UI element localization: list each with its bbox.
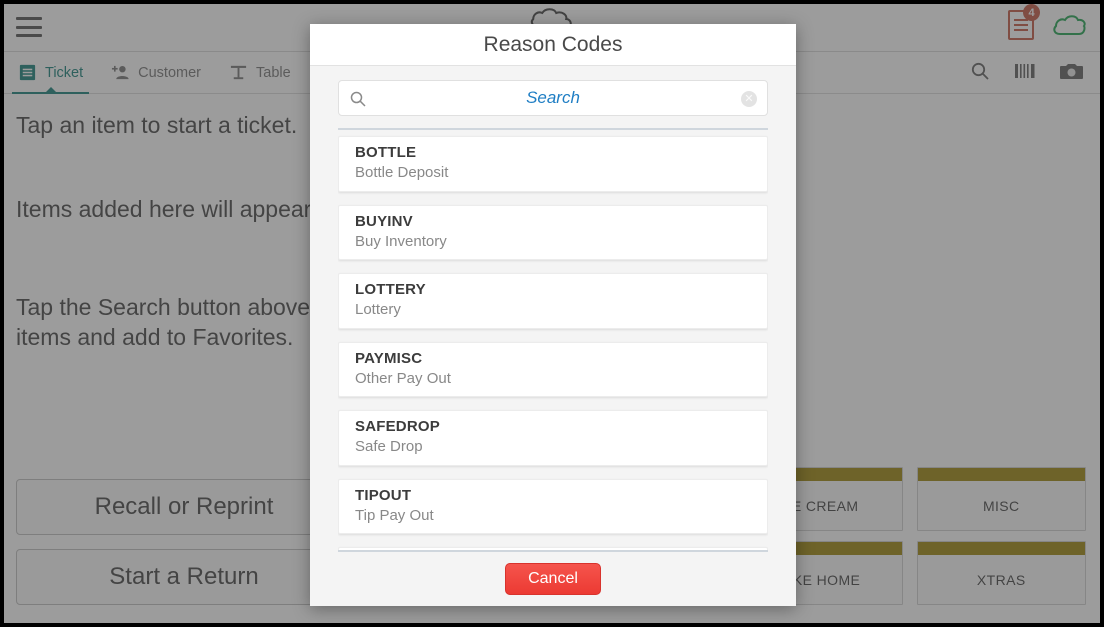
tab-table[interactable]: Table <box>215 52 305 94</box>
top-bar-actions: 4 <box>1008 4 1086 40</box>
reason-description: Buy Inventory <box>355 232 447 250</box>
dialog-body: ✕ BOTTLE Bottle Deposit BUYINV Buy Inven… <box>310 66 796 550</box>
search-input[interactable] <box>339 81 767 115</box>
list-item[interactable]: TIPOUT Tip Pay Out <box>338 478 768 534</box>
reason-description: Safe Drop <box>355 438 423 456</box>
reason-description: Bottle Deposit <box>355 164 449 182</box>
tab-customer[interactable]: Customer <box>97 52 215 94</box>
reason-code: PAYMISC <box>355 349 423 367</box>
tab-bar-actions <box>970 52 1084 94</box>
start-a-return-button[interactable]: Start a Return <box>16 549 352 605</box>
reason-code: TIPOUT <box>355 486 412 504</box>
reason-description: Lottery <box>355 301 401 319</box>
tile-color-bar <box>917 542 1085 555</box>
ticket-icon <box>19 64 36 81</box>
tab-table-label: Table <box>256 64 291 81</box>
list-item[interactable]: PAYMISC Other Pay Out <box>338 341 768 397</box>
reason-description: Other Pay Out <box>355 369 451 387</box>
tile-color-bar <box>917 468 1085 481</box>
receipt-badge: 4 <box>1023 4 1040 21</box>
tab-ticket-label: Ticket <box>45 64 84 81</box>
search-field[interactable]: ✕ <box>338 80 768 116</box>
list-item[interactable]: BOTTLE Bottle Deposit <box>338 136 768 192</box>
tab-ticket[interactable]: Ticket <box>4 52 97 94</box>
dialog-title: Reason Codes <box>483 32 623 56</box>
reason-code: BOTTLE <box>355 144 417 161</box>
table-icon <box>230 65 247 80</box>
list-item[interactable]: BUYINV Buy Inventory <box>338 204 768 260</box>
cancel-button[interactable]: Cancel <box>505 563 601 595</box>
recall-or-reprint-button[interactable]: Recall or Reprint <box>16 479 352 535</box>
tile-label: XTRAS <box>976 571 1026 588</box>
reason-description: Tip Pay Out <box>355 506 434 524</box>
receipt-icon[interactable]: 4 <box>1008 4 1040 40</box>
cloud-status-icon[interactable] <box>1052 14 1086 36</box>
app-window: CLOVER 4 <box>0 0 1104 627</box>
add-customer-icon <box>112 65 129 80</box>
hint-text-1: Tap an item to start a ticket. <box>16 112 298 138</box>
hint-text-4: items and add to Favorites. <box>16 324 294 350</box>
list-item[interactable]: LOTTERY Lottery <box>338 273 768 329</box>
tab-active-caret <box>43 86 58 94</box>
tile-label: MISC <box>982 497 1020 514</box>
category-tile[interactable]: XTRAS <box>916 541 1086 605</box>
reason-codes-dialog: Reason Codes ✕ BOTTLE Bottle Deposit <box>310 24 796 606</box>
category-tile[interactable]: MISC <box>916 467 1086 531</box>
bottom-left-buttons: Recall or Reprint Start a Return <box>16 479 352 605</box>
search-icon[interactable] <box>970 61 990 86</box>
dialog-header: Reason Codes <box>310 24 796 66</box>
camera-icon[interactable] <box>1060 61 1084 86</box>
reason-code: LOTTERY <box>355 281 426 298</box>
list-item[interactable]: SAFEDROP Safe Drop <box>338 410 768 466</box>
clear-circle-icon[interactable]: ✕ <box>741 91 757 107</box>
hamburger-icon[interactable] <box>16 17 42 37</box>
reason-code: BUYINV <box>355 212 413 230</box>
tab-customer-label: Customer <box>138 64 201 81</box>
search-icon <box>349 90 367 113</box>
barcode-icon[interactable] <box>1014 61 1036 86</box>
reason-code: SAFEDROP <box>355 418 440 435</box>
dialog-footer: Cancel <box>310 552 796 606</box>
reason-code-list[interactable]: BOTTLE Bottle Deposit BUYINV Buy Invento… <box>338 130 768 550</box>
